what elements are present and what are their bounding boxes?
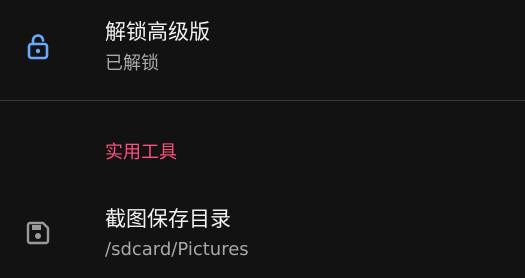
unlock-icon	[24, 32, 52, 60]
save-directory-title: 截图保存目录	[105, 207, 231, 231]
save-icon	[24, 219, 52, 247]
save-directory-pref[interactable]: 截图保存目录 /sdcard/Pictures	[0, 190, 525, 278]
save-directory-summary: /sdcard/Pictures	[105, 239, 249, 260]
unlock-premium-title: 解锁高级版	[105, 20, 210, 44]
unlock-premium-summary: 已解锁	[105, 53, 159, 74]
section-divider	[0, 100, 525, 101]
unlock-premium-pref[interactable]: 解锁高级版 已解锁	[0, 0, 525, 100]
category-title-tools: 实用工具	[105, 142, 177, 163]
